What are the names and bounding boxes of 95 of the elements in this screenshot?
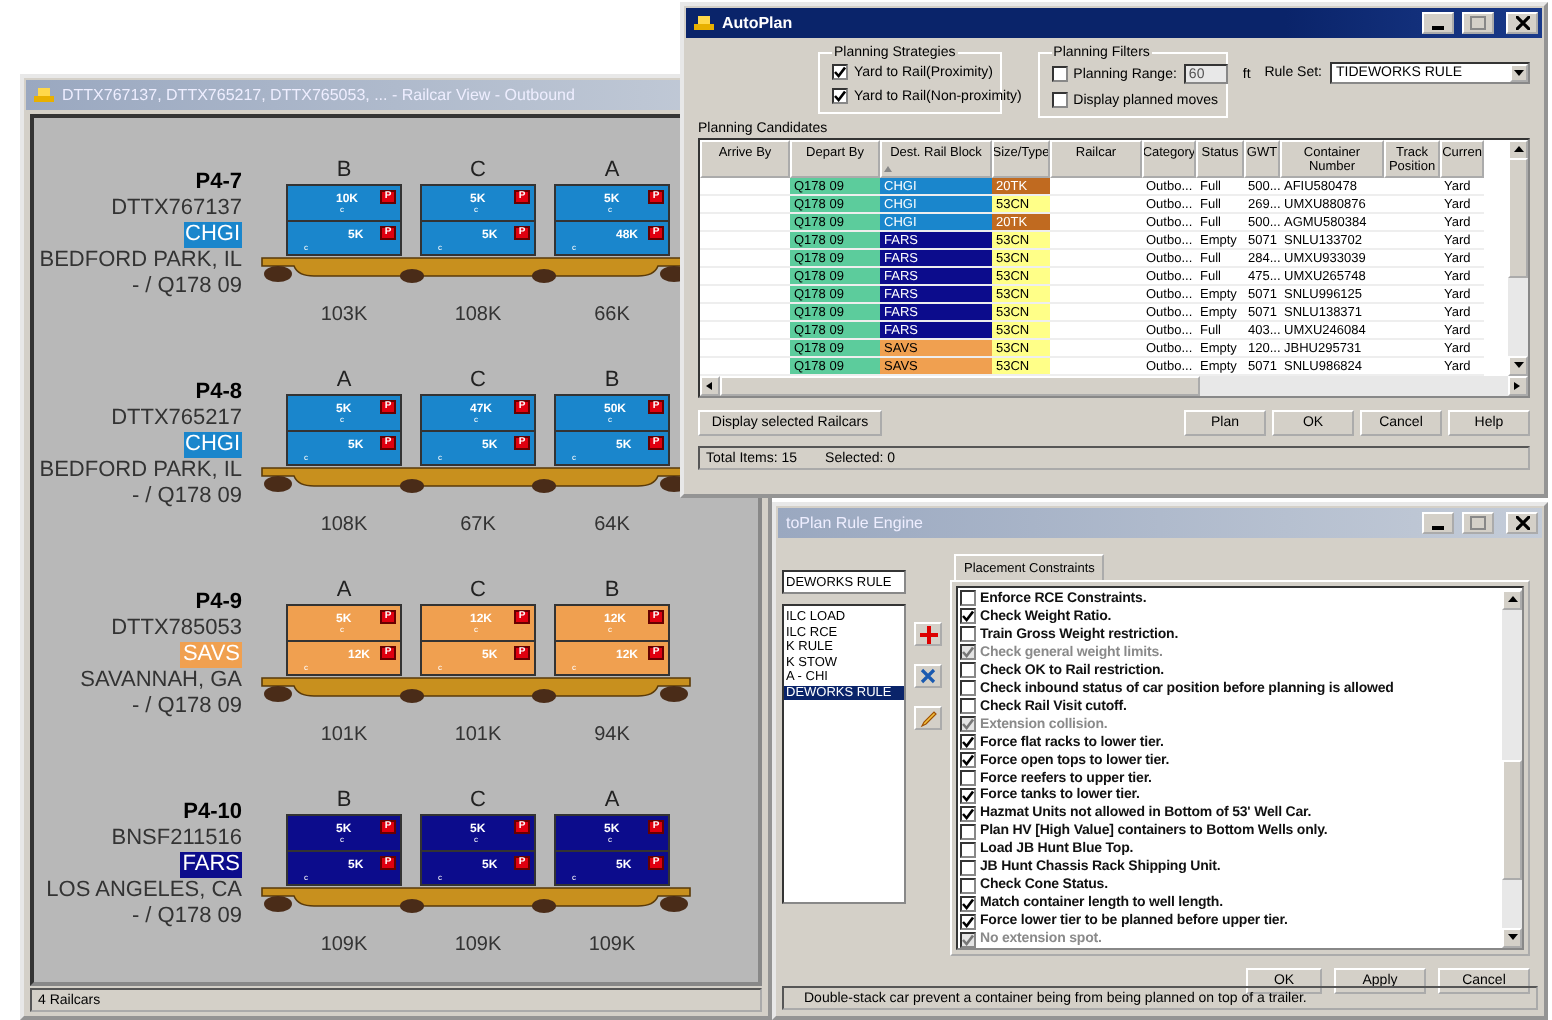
checkbox[interactable] [960, 770, 976, 786]
right-arrow-icon [1513, 382, 1523, 390]
well-weight: 103K [318, 304, 370, 328]
train: - / Q178 09 [131, 274, 242, 300]
destination: SAVANNAH, GA [80, 668, 242, 694]
checkbox[interactable] [960, 626, 976, 643]
checkbox[interactable] [960, 590, 976, 607]
checkbox[interactable] [960, 787, 976, 804]
train: - / Q178 09 [131, 904, 242, 930]
left-arrow-icon [705, 382, 715, 390]
railcar-position: P4-7 [195, 170, 242, 196]
close-icon [1515, 16, 1529, 30]
railcar-id: BNSF211516 [111, 826, 242, 852]
well-weight: 109K [452, 934, 504, 958]
train: - / Q178 09 [131, 484, 242, 510]
checkbox[interactable] [960, 752, 976, 769]
delete-button[interactable] [914, 664, 942, 688]
pencil-icon [919, 709, 937, 727]
railcar-position: P4-9 [195, 590, 242, 616]
app-icon [34, 86, 54, 104]
checkbox[interactable] [1051, 66, 1068, 82]
checkbox[interactable] [960, 841, 976, 858]
checkbox[interactable] [960, 913, 976, 930]
close-button[interactable] [1506, 512, 1538, 534]
well-letter: B [602, 578, 622, 604]
checkbox[interactable] [960, 608, 976, 625]
destination: BEDFORD PARK, IL [39, 248, 242, 274]
add-button[interactable] [914, 622, 942, 646]
railcar-position: P4-8 [195, 380, 242, 406]
rail-block-tag: CHGI [183, 432, 242, 458]
well-weight: 66K [592, 304, 632, 328]
horizontal-scrollbar[interactable] [700, 376, 1528, 396]
well-letter: B [602, 368, 622, 394]
app-icon [694, 14, 714, 32]
well-weight: 109K [318, 934, 370, 958]
well-letter: C [468, 788, 488, 814]
well-letter: B [334, 788, 354, 814]
well-letter: A [602, 788, 622, 814]
checkbox[interactable] [1051, 92, 1068, 108]
rail-block-tag: FARS [180, 852, 242, 878]
destination: BEDFORD PARK, IL [39, 458, 242, 484]
checkbox[interactable] [960, 662, 976, 679]
railcar-id: DTTX785053 [111, 616, 242, 642]
close-icon [1515, 516, 1529, 530]
down-arrow-icon [1507, 934, 1517, 942]
checkbox[interactable] [960, 680, 976, 697]
well-letter: A [334, 578, 354, 604]
well-letter: A [334, 368, 354, 394]
rail-block-tag: SAVS [180, 642, 242, 668]
well-letter: C [468, 158, 488, 184]
minimize-button[interactable] [1422, 512, 1454, 534]
well-weight: 101K [452, 724, 504, 748]
delete-icon [920, 668, 936, 684]
checkbox[interactable] [960, 698, 976, 715]
add-icon [919, 625, 937, 643]
well-letter: B [334, 158, 354, 184]
well-letter: C [468, 578, 488, 604]
well-weight: 109K [586, 934, 638, 958]
checkbox[interactable] [960, 823, 976, 840]
rail-block-tag: CHGI [183, 222, 242, 248]
checkbox[interactable] [960, 895, 976, 912]
checkbox[interactable] [960, 877, 976, 894]
vertical-scrollbar[interactable] [1502, 590, 1522, 948]
well-weight: 108K [318, 514, 370, 538]
pencil-button[interactable] [914, 706, 942, 730]
window-title: toPlan Rule Engine [786, 514, 925, 532]
well-weight: 67K [458, 514, 498, 538]
well-letter: A [602, 158, 622, 184]
maximize-icon [1470, 16, 1486, 30]
minimize-button[interactable] [1422, 12, 1454, 34]
checkbox[interactable] [960, 859, 976, 876]
well-weight: 64K [592, 514, 632, 538]
down-arrow-icon [1514, 69, 1524, 77]
up-arrow-icon [1513, 146, 1523, 154]
railcar-id: DTTX765217 [111, 406, 242, 432]
checkbox[interactable] [960, 805, 976, 822]
destination: LOS ANGELES, CA [46, 878, 242, 904]
well-weight: 101K [318, 724, 370, 748]
railcar-position: P4-10 [183, 800, 242, 826]
up-arrow-icon [1507, 596, 1517, 604]
checkbox[interactable] [960, 734, 976, 751]
railcar-id: DTTX767137 [111, 196, 242, 222]
window-title: AutoPlan [722, 14, 795, 32]
checkbox[interactable] [832, 64, 848, 80]
down-arrow-icon [1513, 362, 1523, 370]
well-weight: 108K [452, 304, 504, 328]
sort-arrow-icon [884, 166, 892, 172]
well-letter: C [468, 368, 488, 394]
vertical-scrollbar[interactable] [1508, 140, 1528, 376]
maximize-icon [1470, 516, 1486, 530]
train: - / Q178 09 [131, 694, 242, 720]
window-title: DTTX767137, DTTX765217, DTTX765053, ... - Railcar View - Outbound [62, 86, 577, 104]
well-weight: 94K [592, 724, 632, 748]
checkbox[interactable] [832, 88, 848, 104]
close-button[interactable] [1506, 12, 1538, 34]
